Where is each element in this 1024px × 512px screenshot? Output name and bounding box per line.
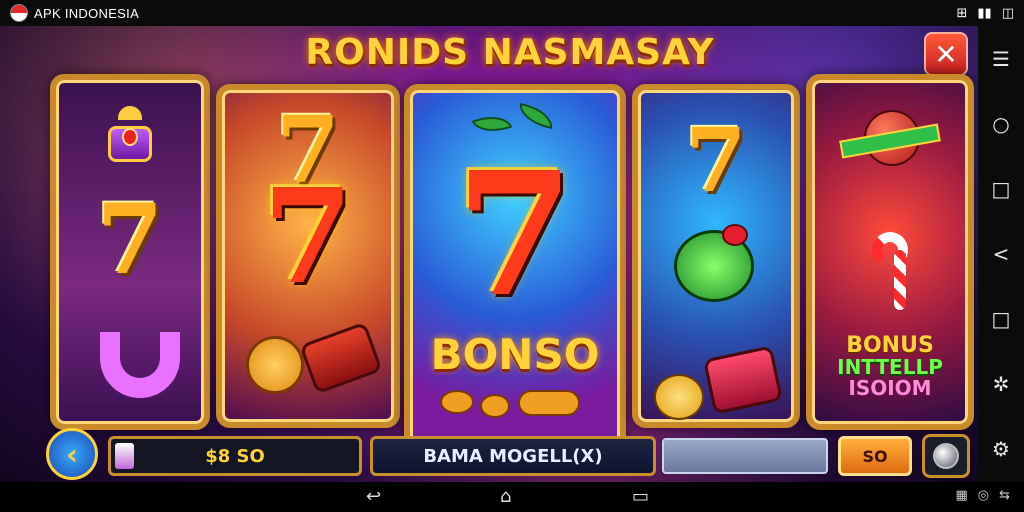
gift-icon	[702, 345, 784, 415]
bonus-label: BONUS INTTELLP ISOIOM	[812, 334, 968, 399]
leaf-icon	[516, 103, 556, 129]
home-icon[interactable]: ⌂	[500, 486, 511, 507]
orange-icon	[246, 336, 304, 394]
flag-icon	[10, 4, 28, 22]
share-icon[interactable]: <	[993, 242, 1010, 266]
signal-icon: ▮▮	[977, 5, 992, 21]
balance-value: $8 SO	[205, 445, 265, 467]
bonus-line-3: ISOIOM	[848, 376, 932, 401]
progress-bar	[662, 438, 828, 474]
ball-banner-icon	[839, 110, 941, 174]
battery-icon: ◫	[1001, 5, 1014, 21]
square-icon[interactable]: □	[992, 177, 1011, 201]
menu-icon[interactable]: ☰	[992, 47, 1010, 71]
seven-symbol: 7	[96, 183, 164, 296]
back-icon[interactable]: ↩	[366, 486, 381, 507]
square-icon[interactable]: □	[992, 307, 1011, 331]
close-icon: ✕	[934, 37, 958, 71]
coin-icon	[480, 394, 510, 418]
keyboard-icon[interactable]: ▦	[955, 488, 967, 503]
gps-icon[interactable]: ◎	[978, 488, 989, 503]
seven-symbol: 7	[685, 108, 747, 212]
bottom-nav: ↩ ⌂ ▭ ▦ ◎ ⇆	[0, 482, 1024, 512]
bonso-label: BONSO	[430, 330, 600, 379]
link-icon[interactable]: ⇆	[999, 488, 1010, 503]
chevron-left-icon: ‹	[66, 437, 78, 471]
cracker-icon	[299, 321, 383, 395]
bet-button[interactable]: SO	[838, 436, 912, 476]
mode-button[interactable]: BAMA MOGELL(X)	[370, 436, 656, 476]
puzzle-icon[interactable]: ✲	[993, 372, 1010, 396]
back-button[interactable]: ‹	[46, 428, 98, 480]
tube-icon	[100, 332, 180, 398]
notification-icon: ⊞	[956, 5, 968, 21]
crown-icon	[100, 106, 160, 162]
candy-cane-icon	[870, 232, 910, 312]
reel-4: 7	[632, 84, 800, 428]
bow-icon	[722, 224, 748, 246]
balance-bar: $8 SO	[108, 436, 362, 476]
coin-icon	[440, 390, 474, 414]
game-title: RONIDS NASMASAY	[305, 32, 715, 73]
reel-2: 7 7	[216, 84, 400, 428]
seven-symbol: 7	[262, 160, 354, 313]
settings-icon[interactable]: ⚙	[992, 437, 1010, 461]
lemon-icon	[654, 374, 704, 420]
status-bar: APK INDONESIA ⊞ ▮▮ ◫	[0, 0, 1024, 26]
spin-icon	[933, 443, 959, 469]
app-name: APK INDONESIA	[34, 5, 140, 21]
reel-3: 7 BONSO	[404, 84, 626, 450]
reel-1: 7	[50, 74, 210, 430]
reel-5: BONUS INTTELLP ISOIOM	[806, 74, 974, 430]
seven-symbol: 7	[455, 135, 575, 335]
search-icon[interactable]: ○	[992, 112, 1009, 136]
bonus-line-2: INTTELLP	[837, 355, 943, 380]
spin-button[interactable]	[922, 434, 970, 478]
slot-game: RONIDS NASMASAY ✕ 7 7 7 7 BONSO 7 BONUS …	[0, 26, 978, 482]
recents-icon[interactable]: ▭	[632, 486, 649, 507]
banana-icon	[518, 390, 580, 416]
close-button[interactable]: ✕	[924, 32, 968, 76]
side-nav: ☰ ○ □ < □ ✲ ⚙	[978, 26, 1024, 482]
bonus-line-1: BONUS	[846, 333, 934, 358]
